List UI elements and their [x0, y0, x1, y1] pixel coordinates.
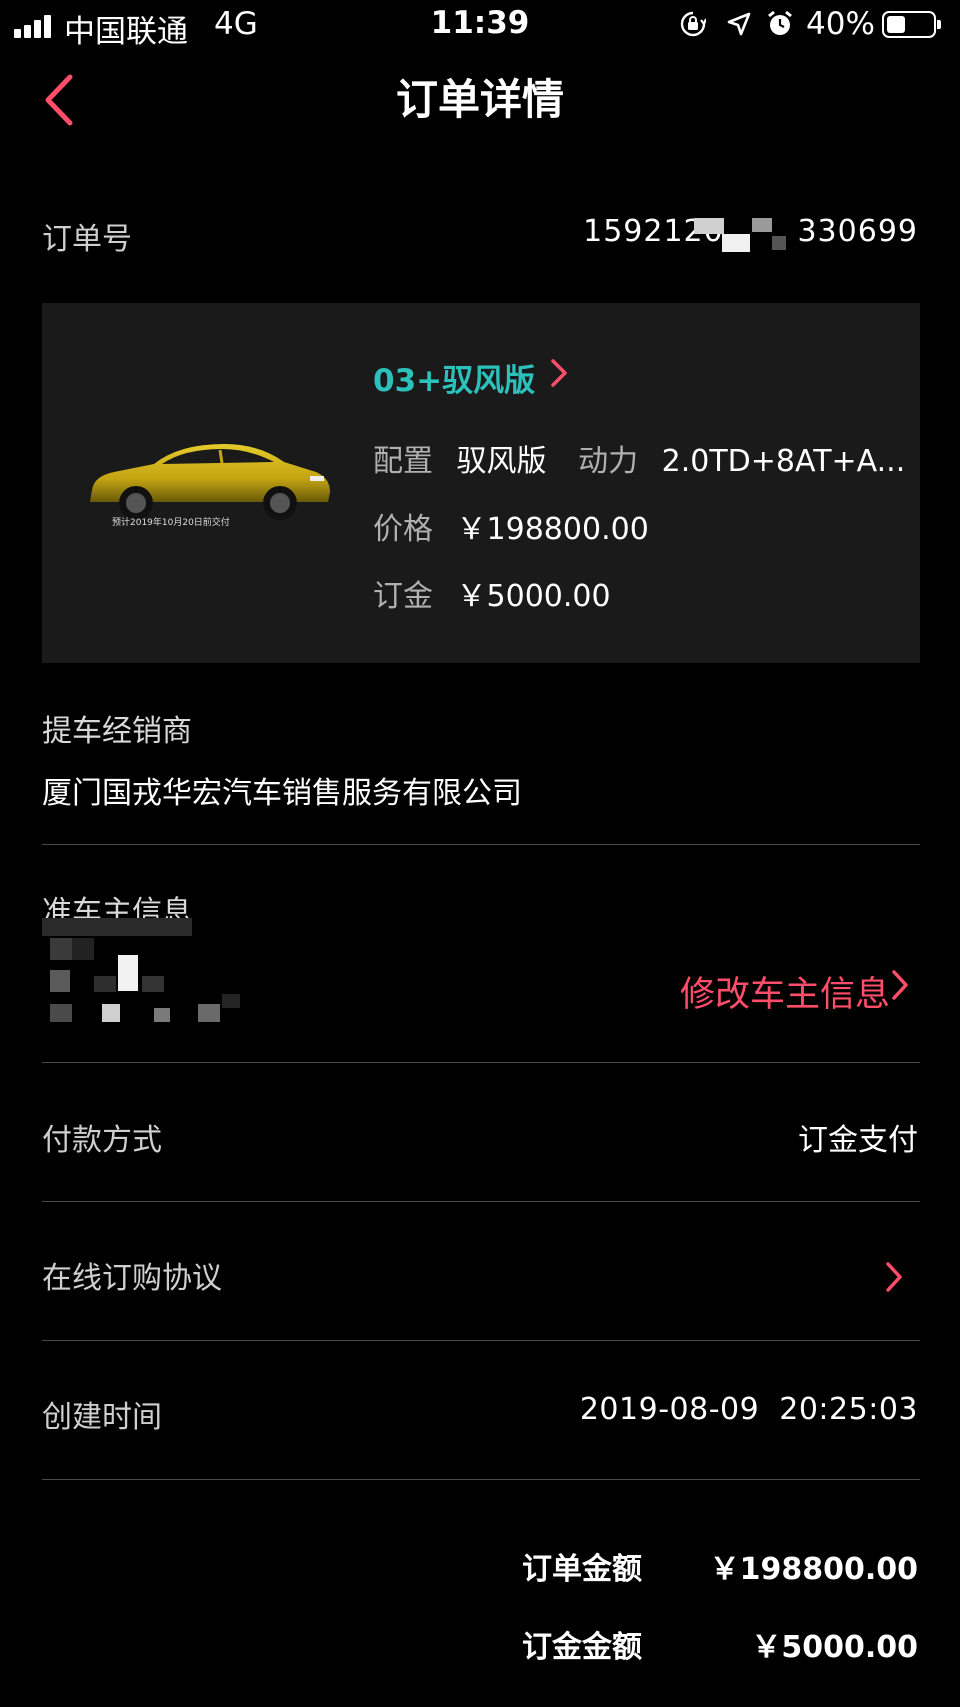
delivery-note: 预计2019年10月20日前交付: [112, 518, 230, 528]
order-amount-label: 订单金额: [522, 1552, 642, 1587]
deposit-row: 订金 ￥5000.00: [373, 571, 611, 615]
payment-method-value: 订金支付: [798, 1123, 918, 1158]
order-number-label: 订单号: [42, 222, 132, 257]
divider: [42, 1201, 920, 1202]
product-card[interactable]: 预计2019年10月20日前交付 03+驭风版 配置 驭风版 动力 2.0TD+…: [42, 303, 920, 663]
chevron-right-icon[interactable]: [547, 355, 573, 391]
dealer-name: 厦门国戎华宏汽车销售服务有限公司: [42, 776, 522, 811]
created-time-label: 创建时间: [42, 1400, 162, 1435]
battery-percent: 40%: [806, 6, 875, 42]
power-label: 动力: [578, 444, 639, 479]
chevron-right-icon[interactable]: [888, 966, 914, 1004]
price-row: 价格 ￥198800.00: [373, 504, 649, 548]
deposit-value: ￥5000.00: [456, 579, 611, 614]
divider: [42, 1340, 920, 1341]
alarm-icon: [768, 10, 792, 35]
deposit-label: 订金: [373, 579, 433, 614]
location-arrow-icon: [727, 12, 751, 36]
created-time-value: 2019-08-09 20:25:03: [579, 1392, 918, 1427]
divider: [42, 1062, 920, 1063]
deposit-amount-value: ￥5000.00: [751, 1630, 918, 1665]
payment-method-label: 付款方式: [42, 1123, 162, 1158]
chevron-right-icon[interactable]: [882, 1258, 908, 1296]
deposit-amount-label: 订金金额: [522, 1630, 642, 1665]
config-label: 配置: [373, 444, 433, 479]
dealer-label: 提车经销商: [42, 714, 192, 749]
divider: [42, 1479, 920, 1480]
price-value: ￥198800.00: [456, 512, 649, 547]
model-name[interactable]: 03+驭风版: [373, 355, 535, 400]
page-title: 订单详情: [395, 75, 564, 124]
agreement-link[interactable]: 在线订购协议: [42, 1253, 222, 1297]
power-value: 2.0TD+8AT+A...: [661, 444, 906, 479]
status-bar: 中国联通 4G 11:39 40%: [0, 0, 960, 52]
config-row: 配置 驭风版 动力 2.0TD+8AT+A...: [373, 436, 905, 480]
divider: [42, 844, 920, 845]
price-label: 价格: [373, 512, 433, 547]
redacted-owner-info: [42, 918, 242, 1028]
order-amount-value: ￥198800.00: [709, 1552, 918, 1587]
edit-owner-info-button[interactable]: 修改车主信息: [680, 966, 890, 1017]
battery-icon: [882, 11, 941, 38]
rotation-lock-icon: [680, 11, 706, 37]
redaction-mosaic: [686, 216, 794, 252]
config-value: 驭风版: [456, 444, 547, 479]
